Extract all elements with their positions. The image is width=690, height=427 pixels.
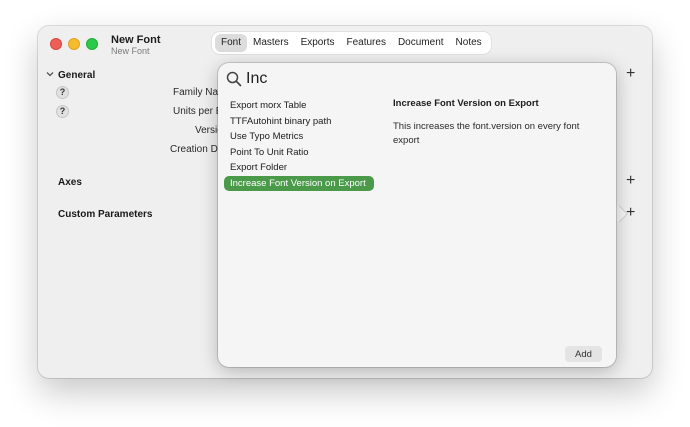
tab-font[interactable]: Font [215,34,248,52]
chevron-down-icon[interactable] [46,70,54,80]
list-item-selected[interactable]: Increase Font Version on Export [224,175,374,191]
minimize-window-button[interactable] [68,38,80,50]
list-item[interactable]: Export morx Table [224,98,374,114]
document-title: New Font [111,34,161,46]
tab-exports[interactable]: Exports [295,34,341,52]
custom-parameters-section-header[interactable]: Custom Parameters [58,209,152,220]
general-section-header[interactable]: General [58,70,95,81]
add-axis-button[interactable]: + [626,173,635,189]
tab-document[interactable]: Document [392,34,450,52]
parameter-list: Export morx Table TTFAutohint binary pat… [224,98,374,191]
units-per-em-help-button[interactable]: ? [56,105,69,118]
tab-masters[interactable]: Masters [247,34,295,52]
list-item[interactable]: TTFAutohint binary path [224,114,374,130]
search-icon [226,71,242,87]
list-item[interactable]: Use Typo Metrics [224,129,374,145]
custom-parameter-popover: Export morx Table TTFAutohint binary pat… [218,63,616,367]
parameter-detail-description: This increases the font.version on every… [393,121,580,146]
list-item[interactable]: Export Folder [224,160,374,176]
tab-notes[interactable]: Notes [450,34,488,52]
add-general-button[interactable]: + [626,66,635,82]
list-item[interactable]: Point To Unit Ratio [224,145,374,161]
document-subtitle: New Font [111,46,150,56]
family-name-help-button[interactable]: ? [56,86,69,99]
tab-features[interactable]: Features [340,34,391,52]
add-parameter-button[interactable]: Add [565,346,602,362]
parameter-detail-title: Increase Font Version on Export [393,98,539,109]
creation-date-label: Creation Da [170,144,224,155]
zoom-window-button[interactable] [86,38,98,50]
title-bar: New Font New Font Font Masters Exports F… [38,26,652,60]
add-custom-parameter-button[interactable]: + [626,205,635,221]
parameter-search-input[interactable] [246,68,446,90]
tab-bar: Font Masters Exports Features Document N… [212,32,491,54]
units-per-em-label: Units per E [173,106,223,117]
axes-section-header[interactable]: Axes [58,177,82,188]
close-window-button[interactable] [50,38,62,50]
